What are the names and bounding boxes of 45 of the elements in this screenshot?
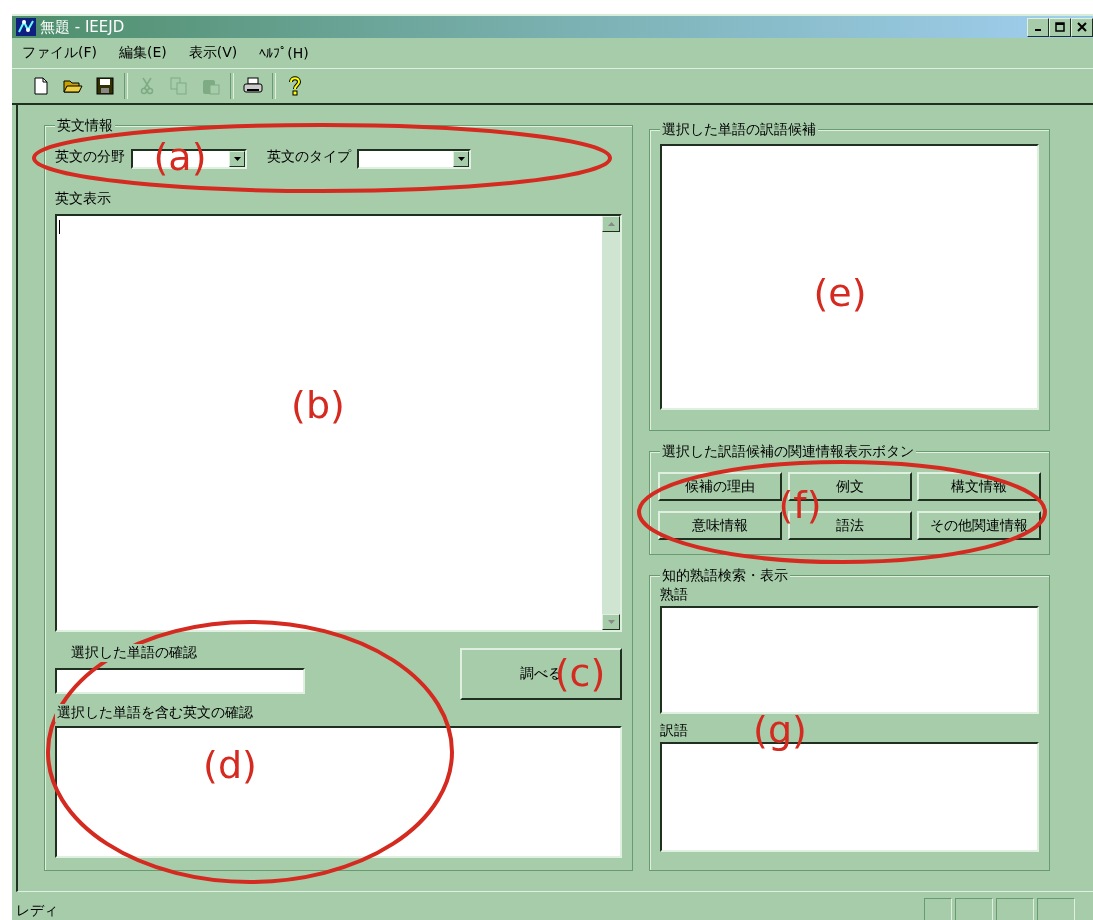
group-legend: 選択した単語の訳語候補 — [660, 121, 819, 137]
scroll-down-button[interactable] — [602, 614, 621, 630]
translation-label: 訳語 — [660, 722, 689, 740]
info-button[interactable]: 意味情報 — [658, 511, 783, 540]
type-label: 英文のタイプ — [267, 148, 351, 166]
close-icon — [1077, 22, 1087, 32]
display-label: 英文表示 — [55, 190, 111, 208]
sentence-check-area[interactable] — [55, 726, 623, 858]
maximize-button[interactable] — [1049, 17, 1071, 37]
status-pane — [955, 898, 993, 920]
annotation-label: (e) — [813, 274, 867, 312]
scroll-up-button[interactable] — [602, 216, 621, 232]
menu-item[interactable]: 編集(E) — [119, 44, 167, 62]
group-legend: 選択した訳語候補の関連情報表示ボタン — [660, 443, 917, 459]
scroll-bar[interactable] — [602, 216, 621, 630]
window-title: 無題 - IEEJD — [40, 17, 125, 37]
caret-icon — [457, 157, 465, 161]
status-pane — [996, 898, 1034, 920]
sentence-check-label: 選択した単語を含む英文の確認 — [55, 704, 253, 722]
status-pane — [1037, 898, 1075, 920]
menu-item[interactable]: ファイル(F) — [22, 44, 97, 62]
caret-icon — [233, 157, 241, 161]
up-arrow-icon — [607, 222, 615, 226]
info-button[interactable]: 候補の理由 — [658, 472, 783, 501]
word-input-field[interactable] — [55, 668, 305, 694]
info-button[interactable]: その他関連情報 — [917, 511, 1041, 540]
close-button[interactable] — [1071, 17, 1093, 37]
field-label: 英文の分野 — [55, 148, 125, 166]
annotation-label: (b) — [291, 386, 345, 424]
group-legend: 英文情報 — [55, 117, 115, 133]
menu-item[interactable]: ﾍﾙﾌﾟ(H) — [259, 45, 309, 61]
status-pane — [924, 898, 952, 920]
menu-item[interactable]: 表示(V) — [188, 44, 238, 62]
minimize-button[interactable] — [1027, 17, 1049, 37]
idiom-list[interactable] — [660, 606, 1039, 714]
app-icon — [16, 18, 36, 36]
idiom-label: 熟語 — [660, 586, 689, 604]
annotation-label: (d) — [203, 746, 257, 784]
status-text: レディ — [16, 902, 58, 920]
maximize-icon — [1055, 22, 1065, 32]
minimize-icon — [1035, 29, 1041, 31]
type-dropdown[interactable] — [357, 149, 471, 169]
annotation-label: (g) — [753, 711, 807, 749]
down-arrow-icon — [607, 620, 615, 624]
group-legend: 知的熟語検索・表示 — [660, 567, 791, 583]
